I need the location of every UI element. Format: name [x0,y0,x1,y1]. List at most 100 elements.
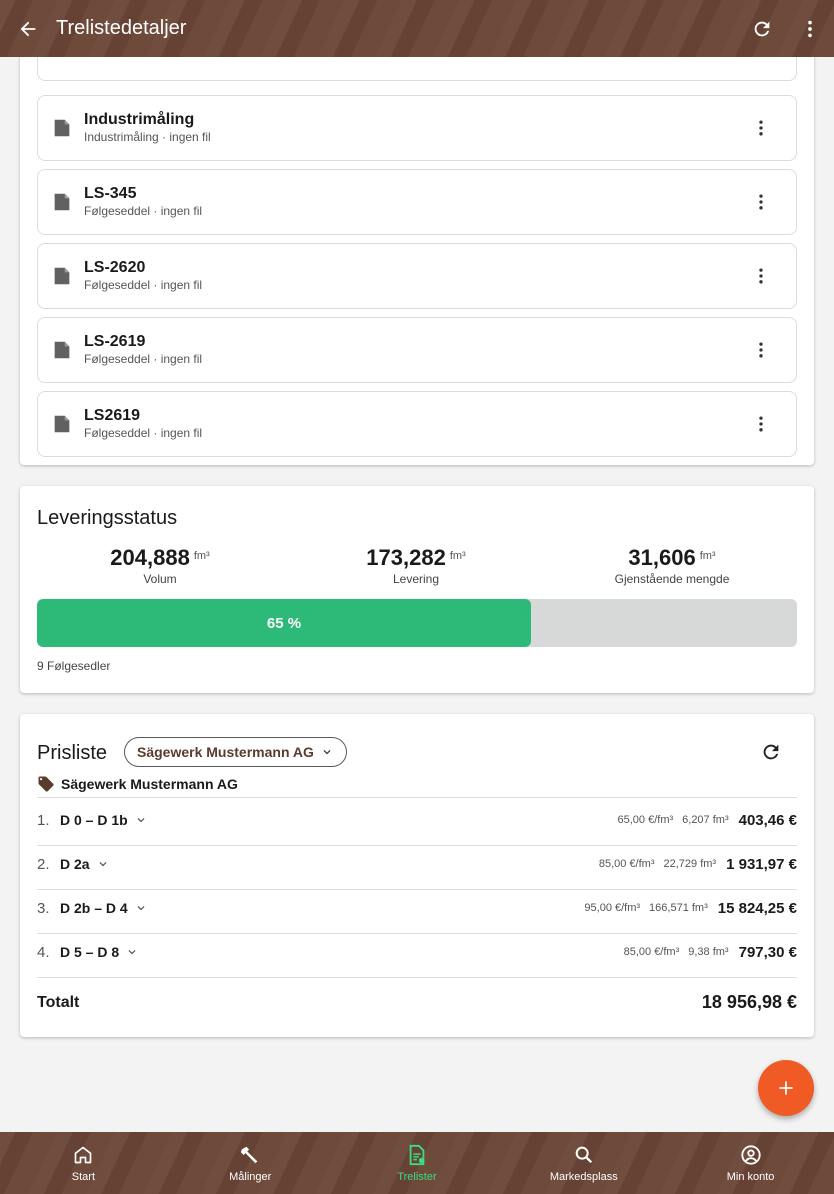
row-unit-price: 85,00 €/fm³ [598,858,655,870]
progress-fill: 65 % [37,599,531,647]
document-item[interactable]: LS2619 Følgeseddel · ingen fil [37,391,797,457]
document-more-button[interactable] [726,118,796,138]
row-sum: 15 824,25 € [717,899,797,917]
document-item[interactable]: LS-2620 Følgeseddel · ingen fil [37,243,797,309]
row-index: 2. [37,855,50,873]
row-class: D 0 – D 1b [60,812,128,828]
nav-item-markedsplass[interactable]: Markedsplass [500,1132,667,1194]
stat-label: Volum [143,572,177,586]
document-more-button[interactable] [726,340,796,360]
nav-item-malinger[interactable]: Målinger [167,1132,334,1194]
file-icon [54,341,70,359]
chevron-down-icon [137,818,145,823]
back-button[interactable] [0,0,56,57]
row-volume: 166,571 fm³ [649,902,708,914]
delivery-notes-count: 9 Følgesedler [37,659,111,673]
nav-item-trelister[interactable]: Trelister [334,1132,501,1194]
row-volume: 22,729 fm³ [663,858,717,870]
document-item-partial[interactable] [37,57,797,81]
row-index: 4. [37,943,50,961]
home-icon [75,1146,92,1163]
price-list-refresh-button[interactable] [760,741,782,768]
total-value: 18 956,98 € [701,992,797,1012]
hammer-icon [241,1146,258,1163]
refresh-icon [754,21,770,36]
chevron-down-icon [99,862,107,867]
supplier-name: Sägewerk Mustermann AG [61,776,238,792]
add-fab-button[interactable] [758,1060,814,1116]
document-name: Industrimåling [84,111,195,128]
file-icon [54,119,70,137]
price-row[interactable]: 4. D 5 – D 8 85,00 €/fm³ 9,38 fm³ 797,30… [37,930,797,974]
more-vert-icon [759,194,763,210]
stat-unit: fm³ [193,550,210,562]
search-icon [575,1146,592,1163]
tag-icon [38,776,54,792]
row-unit-price: 65,00 €/fm³ [617,814,674,826]
document-item[interactable]: LS-2619 Følgeseddel · ingen fil [37,317,797,383]
refresh-button[interactable] [738,0,786,57]
stat-value: 173,282 [366,545,446,570]
price-list-card: Prisliste Sägewerk Mustermann AG Sägewer… [20,714,814,1037]
account-circle-icon [740,1144,761,1165]
nav-label: Markedsplass [549,1170,618,1183]
stat-label: Gjenstående mengde [614,572,730,586]
documents-card: Industrimåling Industrimåling · ingen fi… [20,57,814,465]
divider [37,977,797,978]
stat-volume: 204,888 fm³ Volum [50,545,270,586]
row-class: D 5 – D 8 [60,944,120,960]
document-item[interactable]: Industrimåling Industrimåling · ingen fi… [37,95,797,161]
row-class: D 2a [60,856,90,872]
row-unit-price: 95,00 €/fm³ [584,902,641,914]
more-vert-icon [759,342,763,358]
stat-label: Levering [392,572,440,586]
nav-item-min-konto[interactable]: Min konto [667,1132,834,1194]
row-index: 3. [37,899,50,917]
document-subtitle: Følgeseddel · ingen fil [84,204,203,218]
progress-label: 65 % [266,614,302,632]
nav-item-start[interactable]: Start [0,1132,167,1194]
stat-unit: fm³ [449,550,466,562]
document-list-icon [409,1144,425,1165]
document-subtitle: Følgeseddel · ingen fil [84,426,203,440]
document-more-button[interactable] [726,414,796,434]
supplier-select[interactable]: Sägewerk Mustermann AG [124,737,347,767]
supplier-row: Sägewerk Mustermann AG [37,775,238,793]
nav-label: Start [71,1170,96,1183]
row-sum: 403,46 € [738,811,797,829]
stat-delivery: 173,282 fm³ Levering [306,545,526,586]
price-row[interactable]: 1. D 0 – D 1b 65,00 €/fm³ 6,207 fm³ 403,… [37,798,797,842]
document-subtitle: Industrimåling · ingen fil [84,130,211,144]
row-volume: 6,207 fm³ [682,814,729,826]
stat-unit: fm³ [699,550,716,562]
total-row: Totalt 18 956,98 € [37,992,797,1013]
file-icon [54,267,70,285]
scroll-content[interactable]: Industrimåling Industrimåling · ingen fi… [0,57,834,1132]
chevron-down-icon [128,950,136,955]
bottom-navigation: Start Målinger Trelister Markedsplass Mi… [0,1132,834,1194]
row-sum: 1 931,97 € [726,855,797,873]
document-subtitle: Følgeseddel · ingen fil [84,352,203,366]
delivery-status-card: Leveringsstatus 204,888 fm³ Volum 173,282… [20,486,814,693]
document-more-button[interactable] [726,266,796,286]
document-more-button[interactable] [726,192,796,212]
chevron-down-icon [137,906,145,911]
document-name: LS-345 [84,185,137,202]
price-row[interactable]: 3. D 2b – D 4 95,00 €/fm³ 166,571 fm³ 15… [37,886,797,930]
more-vert-icon [808,20,812,37]
total-label: Totalt [37,993,80,1011]
document-subtitle: Følgeseddel · ingen fil [84,278,203,292]
nav-label: Min konto [726,1170,775,1183]
row-index: 1. [37,811,50,829]
supplier-select-label: Sägewerk Mustermann AG [137,744,314,760]
more-menu-button[interactable] [786,0,834,57]
document-item[interactable]: LS-345 Følgeseddel · ingen fil [37,169,797,235]
more-vert-icon [759,416,763,432]
price-row[interactable]: 2. D 2a 85,00 €/fm³ 22,729 fm³ 1 931,97 … [37,842,797,886]
app-bar: Trelistedetaljer [0,0,834,57]
page-title: Trelistedetaljer [56,17,187,39]
delivery-status-title: Leveringsstatus [37,507,178,529]
more-vert-icon [759,268,763,284]
nav-label: Trelister [397,1170,437,1183]
row-volume: 9,38 fm³ [688,946,729,958]
